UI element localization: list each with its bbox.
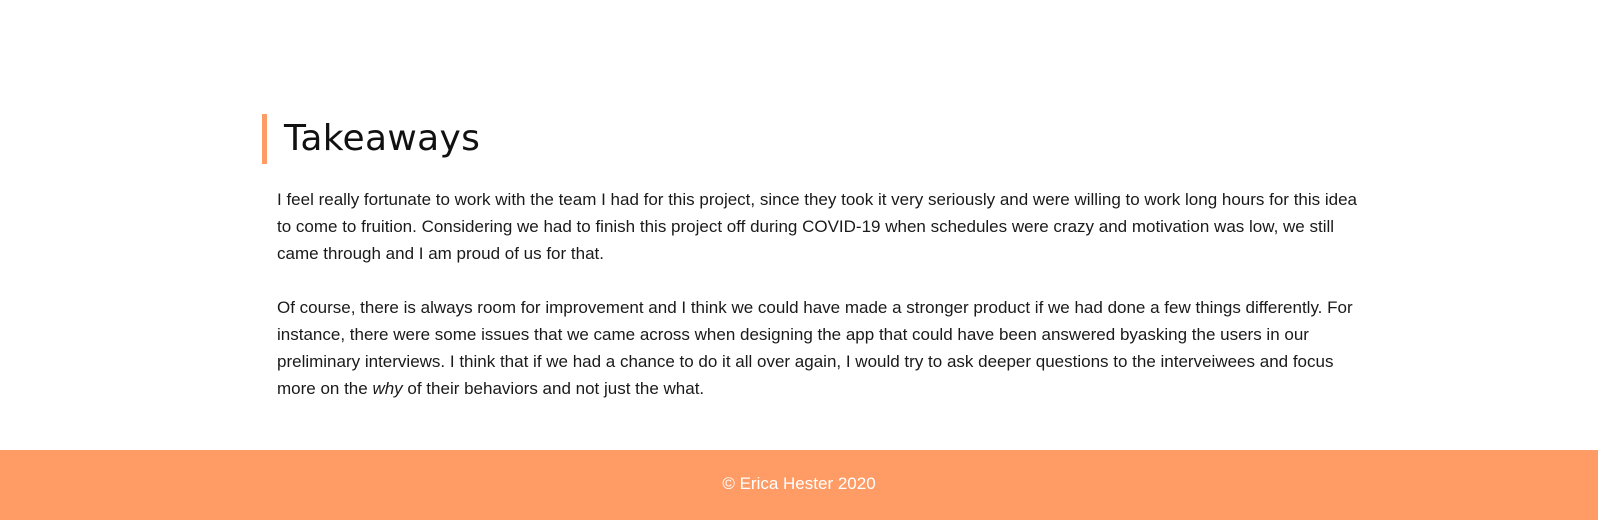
takeaways-section: Takeaways I feel really fortunate to wor… <box>262 114 1357 402</box>
footer-copyright: © Erica Hester 2020 <box>722 474 876 493</box>
section-title: Takeaways <box>284 118 481 159</box>
paragraph-1: I feel really fortunate to work with the… <box>277 190 1358 263</box>
paragraph-2-emphasis: why <box>372 379 403 398</box>
paragraph-2-end: of their behaviors and not just the what… <box>402 379 705 398</box>
section-body: I feel really fortunate to work with the… <box>277 186 1357 402</box>
page-footer: © Erica Hester 2020 <box>0 450 1598 520</box>
section-heading-block: Takeaways <box>262 114 1342 164</box>
paragraph-2: Of course, there is always room for impr… <box>277 294 1357 402</box>
